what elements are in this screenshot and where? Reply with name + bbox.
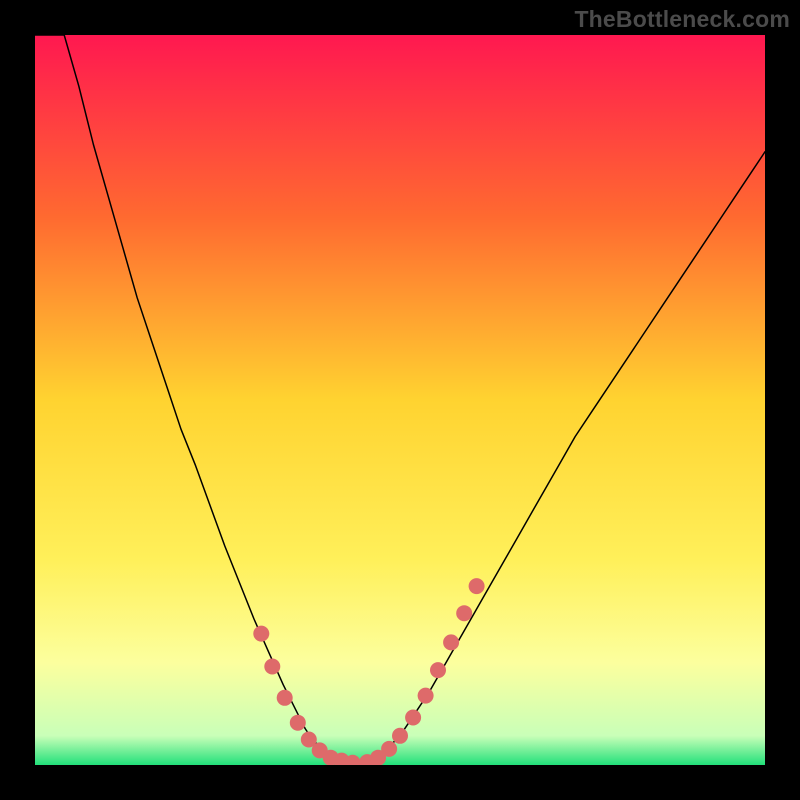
data-point	[253, 626, 269, 642]
data-point	[469, 578, 485, 594]
chart-area	[35, 35, 765, 765]
data-point	[264, 659, 280, 675]
data-point	[381, 741, 397, 757]
data-point	[430, 662, 446, 678]
data-point	[290, 715, 306, 731]
data-point	[277, 690, 293, 706]
watermark-text: TheBottleneck.com	[574, 6, 790, 33]
data-point	[392, 728, 408, 744]
data-point	[418, 688, 434, 704]
gradient-background	[35, 35, 765, 765]
data-point	[443, 634, 459, 650]
data-point	[405, 710, 421, 726]
data-point	[456, 605, 472, 621]
